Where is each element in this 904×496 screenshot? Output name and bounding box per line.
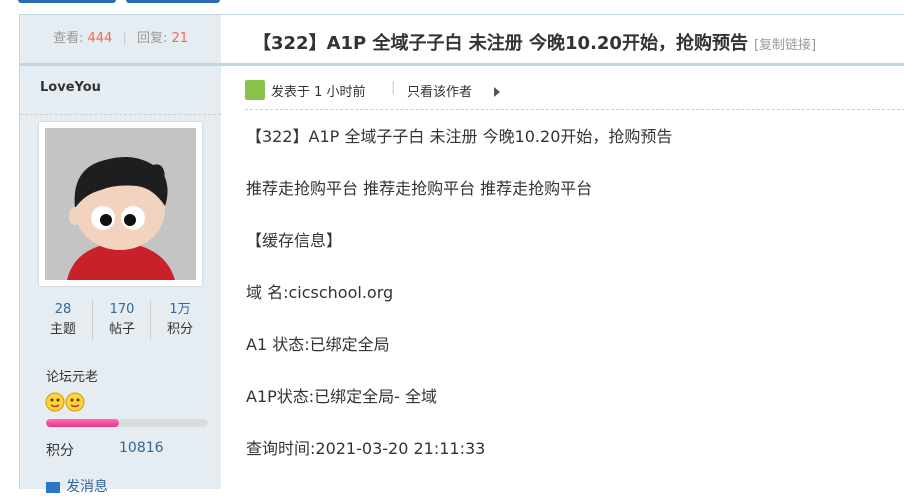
stat-topics-value: 28 xyxy=(54,302,72,317)
send-message-label: 发消息 xyxy=(66,479,108,495)
post-line: 【322】A1P 全域子子白 未注册 今晚10.20开始，抢购预告 xyxy=(246,127,673,146)
author-name-link[interactable]: LoveYou xyxy=(40,80,101,95)
stat-points-label: 积分 xyxy=(166,322,193,337)
top-button-left[interactable] xyxy=(18,0,116,3)
caret-right-icon xyxy=(494,87,500,97)
post-line: A1P状态:已绑定全局- 全域 xyxy=(246,387,438,406)
level-progress-bar xyxy=(46,419,208,427)
stat-posts-label: 帖子 xyxy=(108,322,135,337)
copy-link-button[interactable]: [复制链接] xyxy=(754,38,816,53)
post-time: 发表于 1 小时前 xyxy=(271,85,366,100)
meta-divider: | xyxy=(391,80,396,95)
stat-posts-value: 170 xyxy=(109,302,135,317)
stat-topics[interactable]: 28 主题 xyxy=(34,300,92,340)
online-status-icon xyxy=(245,80,265,100)
thread-title-bar: 【322】A1P 全域子子白 未注册 今晚10.20开始，抢购预告 [复制链接] xyxy=(221,14,904,66)
post-line: 域 名:cicschool.org xyxy=(246,283,394,302)
points-label: 积分 xyxy=(46,443,74,459)
points-value: 10816 xyxy=(119,440,164,456)
avatar-image xyxy=(45,128,196,280)
avatar[interactable] xyxy=(39,122,202,286)
thread-title: 【322】A1P 全域子子白 未注册 今晚10.20开始，抢购预告 [复制链接] xyxy=(253,29,816,55)
stat-points-value: 1万 xyxy=(169,302,191,317)
post-line: 推荐走抢购平台 推荐走抢购平台 推荐走抢购平台 xyxy=(246,179,593,198)
views-label: 查看: xyxy=(52,31,84,46)
post-line: A1 状态:已绑定全局 xyxy=(246,335,390,354)
post-meta: 发表于 1 小时前 | 只看该作者 xyxy=(245,74,904,110)
thread-stats: 查看: 444 | 回复: 21 xyxy=(20,14,221,66)
post-main: 【322】A1P 全域子子白 未注册 今晚10.20开始，抢购预告 [复制链接] … xyxy=(221,14,904,489)
stat-posts[interactable]: 170 帖子 xyxy=(92,300,151,340)
rank-smiley-icon xyxy=(45,392,85,412)
author-stats: 28 主题 170 帖子 1万 积分 xyxy=(42,300,202,346)
top-button-right[interactable] xyxy=(126,0,220,3)
post-content: 【322】A1P 全域子子白 未注册 今晚10.20开始，抢购预告 推荐走抢购平… xyxy=(246,126,886,490)
level-progress-fill xyxy=(46,419,119,427)
stat-topics-label: 主题 xyxy=(49,322,76,337)
stat-points[interactable]: 1万 积分 xyxy=(150,300,209,340)
top-toolbar xyxy=(0,0,904,4)
post-line: 查询时间:2021-03-20 21:11:33 xyxy=(246,439,486,458)
thread-title-text: 【322】A1P 全域子子白 未注册 今晚10.20开始，抢购预告 xyxy=(253,33,748,54)
send-message-link[interactable]: 发消息 xyxy=(46,476,108,496)
views-count: 444 xyxy=(87,31,113,46)
author-header: LoveYou xyxy=(20,74,221,115)
stats-divider: | xyxy=(122,31,127,46)
mail-icon xyxy=(46,481,60,493)
author-sidebar: 查看: 444 | 回复: 21 LoveYou 28 主题 170 帖子 1万… xyxy=(19,14,222,495)
only-author-link[interactable]: 只看该作者 xyxy=(407,81,472,100)
replies-label: 回复: xyxy=(136,31,168,46)
rank-title: 论坛元老 xyxy=(46,370,99,385)
replies-count: 21 xyxy=(171,31,189,46)
post-line: 【缓存信息】 xyxy=(246,231,343,250)
